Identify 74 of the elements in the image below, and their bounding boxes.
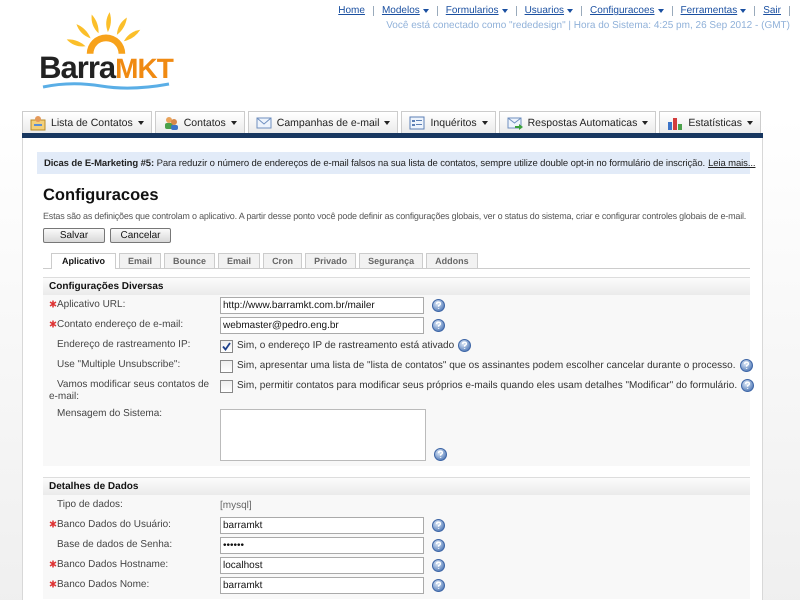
field-label: Mensagem do Sistema:: [56, 407, 164, 420]
field-label: Aplicativo URL:: [49, 297, 214, 311]
caret-icon: [138, 120, 144, 124]
caret-icon: [482, 120, 488, 124]
password-field[interactable]: ••••••: [220, 537, 424, 554]
menu-icon: [256, 114, 272, 130]
menu-tab[interactable]: Estatísticas: [659, 111, 762, 133]
form-button[interactable]: Cancelar: [110, 228, 171, 243]
field-label: Contato endereço de e-mail:: [49, 317, 214, 331]
menu-tab[interactable]: Respostas Automaticas: [498, 111, 656, 133]
page-description: Estas são as definições que controlam o aplicativo. A partir desse ponto você pode definir as configurações globais, ver o status do sistema, criar e configurar controles globais de e-mail.: [43, 210, 748, 222]
checkbox[interactable]: [220, 340, 233, 353]
menu-tab[interactable]: Campanhas de e-mail: [248, 111, 398, 133]
menu-tab[interactable]: Inquéritos: [401, 111, 496, 133]
nav-link[interactable]: Home: [330, 5, 373, 16]
settings-tab[interactable]: Email: [218, 253, 260, 268]
caret-icon: [230, 120, 237, 124]
checkbox-label: Sim, o endereço IP de rastreamento está ativado: [237, 339, 454, 352]
nav-link[interactable]: Formularios: [438, 5, 516, 16]
help-icon[interactable]: [432, 539, 445, 552]
menu-tab[interactable]: Lista de Contatos: [22, 111, 152, 133]
field-label: Banco Dados do Usuário:: [49, 517, 214, 531]
field-label: Endereço de rastreamento IP:: [56, 338, 192, 351]
help-icon[interactable]: [741, 379, 754, 392]
caret-icon: [642, 120, 648, 124]
input-field[interactable]: localhost: [220, 557, 424, 574]
menu-icon: [30, 114, 46, 130]
menu-icon: [409, 114, 426, 130]
field-label: Base de dados de Senha:: [56, 538, 174, 551]
settings-tab[interactable]: Privado: [305, 253, 356, 268]
nav-link[interactable]: Usuarios: [516, 5, 582, 16]
settings-tab[interactable]: Cron: [263, 253, 302, 268]
help-icon[interactable]: [432, 299, 445, 312]
caret-icon: [747, 120, 754, 124]
nav-link[interactable]: Modelos: [374, 5, 437, 16]
field-label: Vamos modificar seus contatos de e-mail:: [49, 378, 210, 403]
help-icon[interactable]: [434, 448, 447, 461]
settings-tab[interactable]: Email: [119, 253, 162, 268]
settings-tab[interactable]: Segurança: [359, 253, 424, 268]
help-icon[interactable]: [432, 579, 445, 592]
field-label: Use "Multiple Unsubscribe":: [56, 358, 182, 371]
input-field[interactable]: webmaster@pedro.eng.br: [220, 317, 424, 334]
field-label: Banco Dados Nome:: [49, 577, 214, 591]
field-label: Tipo de dados:: [56, 498, 124, 511]
help-icon[interactable]: [740, 359, 752, 372]
tip-text: Dicas de E-Marketing #5: Para reduzir o número de endereços de e-mail falsos na sua lista de contatos, sempre utilize double opt-in no formulário de inscrição.: [44, 158, 706, 168]
help-icon[interactable]: [458, 339, 472, 352]
checkbox[interactable]: [220, 360, 233, 373]
page-title: Configuracoes: [43, 186, 160, 205]
nav-link[interactable]: Sair: [755, 5, 789, 16]
checkbox-label: Sim, apresentar uma lista de "lista de contatos" que os assinantes podem escolher cancelar durante o processo.: [237, 359, 736, 372]
menu-icon: [506, 114, 523, 130]
input-field[interactable]: barramkt: [220, 577, 424, 594]
input-field[interactable]: barramkt: [220, 517, 424, 534]
read-more-link[interactable]: Leia mais...: [708, 158, 756, 168]
help-icon[interactable]: [432, 519, 445, 532]
field-value: [mysql]: [220, 499, 252, 511]
menu-tab[interactable]: Contatos: [154, 111, 245, 133]
session-info: Você está conectado como "rededesign" | Hora do Sistema: 4:25 pm, 26 Sep 2012 - (GMT): [386, 20, 790, 31]
nav-link[interactable]: Ferramentas: [672, 5, 754, 16]
settings-tab[interactable]: Bounce: [164, 253, 216, 268]
nav-link[interactable]: Configuracoes: [582, 5, 672, 16]
input-field[interactable]: http://www.barramkt.com.br/mailer: [220, 297, 424, 314]
checkbox-label: Sim, permitir contatos para modificar seus próprios e-mails quando eles usam detalhes "Modificar" do formulário.: [237, 379, 738, 392]
help-icon[interactable]: [432, 559, 445, 572]
menu-icon: [162, 114, 179, 130]
logo: BarraMKT: [26, 10, 186, 110]
form-button[interactable]: Salvar: [43, 228, 105, 243]
field-label: Banco Dados Hostname:: [49, 557, 214, 571]
checkbox[interactable]: [220, 380, 233, 393]
caret-icon: [384, 120, 390, 124]
help-icon[interactable]: [432, 319, 445, 332]
settings-tab[interactable]: Addons: [426, 253, 478, 268]
settings-tab[interactable]: Aplicativo: [51, 253, 116, 269]
